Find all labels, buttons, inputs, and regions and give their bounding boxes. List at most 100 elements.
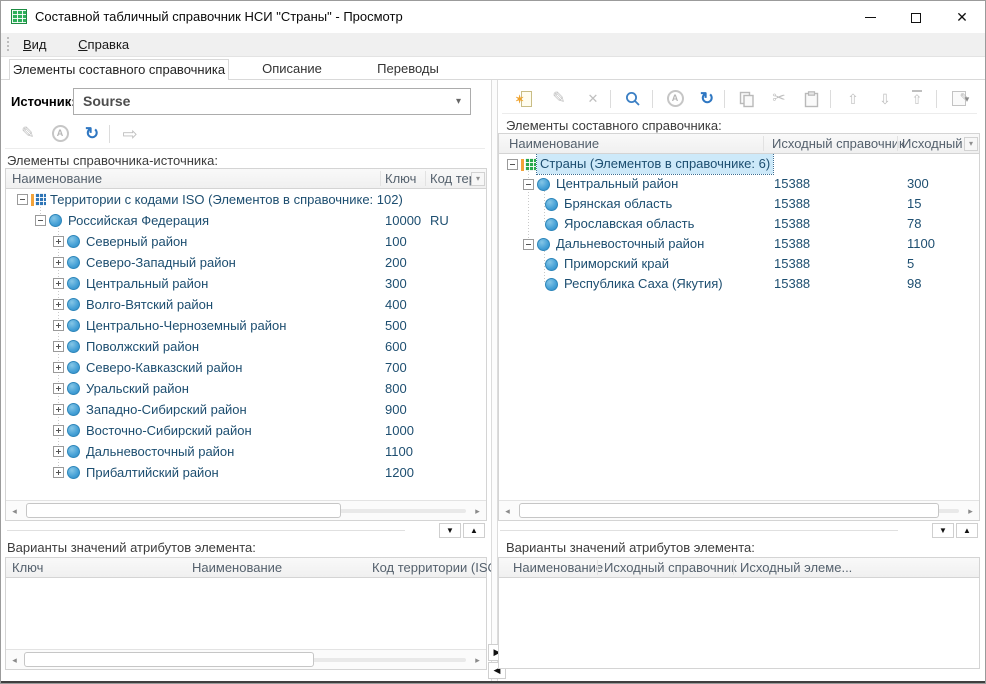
collapse-down-icon[interactable]: ▼ bbox=[439, 523, 461, 538]
horizontal-splitter[interactable]: ▼ ▲ bbox=[5, 523, 487, 539]
delete-x-icon[interactable]: ✕ bbox=[580, 86, 606, 112]
move-down-icon[interactable]: ⇩ bbox=[872, 86, 898, 112]
column-name[interactable]: Наименование bbox=[509, 134, 599, 153]
tree-item-label[interactable]: Дальневосточный район bbox=[553, 234, 707, 254]
expander-icon[interactable] bbox=[53, 341, 64, 352]
tree-item-label[interactable]: Центральный район bbox=[553, 174, 681, 194]
menu-view[interactable]: Вид bbox=[13, 33, 57, 56]
expander-icon[interactable] bbox=[53, 383, 64, 394]
expand-up-icon[interactable]: ▲ bbox=[463, 523, 485, 538]
tree-row[interactable]: Брянская область1538815 bbox=[499, 194, 979, 214]
move-up-icon[interactable]: ⇧ bbox=[840, 86, 866, 112]
tree-row[interactable]: Ярославская область1538878 bbox=[499, 214, 979, 234]
tree-row[interactable]: Прибалтийский район1200 bbox=[6, 462, 486, 483]
expander-icon[interactable] bbox=[17, 194, 28, 205]
copy-icon[interactable] bbox=[734, 86, 760, 112]
column-source-catalog[interactable]: Исходный справочник bbox=[772, 134, 905, 153]
column-name[interactable]: Наименование bbox=[12, 169, 102, 188]
horizontal-splitter[interactable]: ▼ ▲ bbox=[498, 523, 980, 539]
expander-icon[interactable] bbox=[53, 278, 64, 289]
tree-item-label[interactable]: Западно-Сибирский район bbox=[83, 399, 250, 420]
tree-row[interactable]: Уральский район800 bbox=[6, 378, 486, 399]
tree-row[interactable]: Волго-Вятский район400 bbox=[6, 294, 486, 315]
tree-item-label[interactable]: Восточно-Сибирский район bbox=[83, 420, 255, 441]
tree-row[interactable]: Восточно-Сибирский район1000 bbox=[6, 420, 486, 441]
tab-translations[interactable]: Переводы bbox=[353, 59, 463, 80]
tree-row[interactable]: Северо-Западный район200 bbox=[6, 252, 486, 273]
column-source-element[interactable]: Исходный элеме... bbox=[740, 558, 852, 577]
column-territory-code-iso[interactable]: Код территории (ISO) bbox=[372, 558, 502, 577]
column-source-element[interactable]: Исходный э bbox=[902, 134, 973, 153]
minimize-button[interactable] bbox=[847, 1, 893, 33]
composite-tree-hscrollbar[interactable]: ◂ ▸ bbox=[499, 500, 979, 520]
collapse-down-icon[interactable]: ▼ bbox=[932, 523, 954, 538]
auto-refresh-icon[interactable] bbox=[47, 121, 73, 147]
expander-icon[interactable] bbox=[53, 236, 64, 247]
column-source-catalog[interactable]: Исходный справочник bbox=[604, 558, 737, 577]
paste-icon[interactable] bbox=[798, 86, 824, 112]
tree-item-label[interactable]: Прибалтийский район bbox=[83, 462, 222, 483]
search-icon[interactable] bbox=[620, 86, 646, 112]
expander-icon[interactable] bbox=[507, 159, 518, 170]
vertical-splitter[interactable] bbox=[491, 80, 498, 683]
tree-item-label[interactable]: Брянская область bbox=[561, 194, 675, 214]
tree-row[interactable]: Страны (Элементов в справочнике: 6) bbox=[499, 154, 979, 174]
tree-row[interactable]: Центрально-Черноземный район500 bbox=[6, 315, 486, 336]
refresh-icon[interactable]: ↻ bbox=[694, 86, 720, 112]
tab-elements[interactable]: Элементы составного справочника bbox=[9, 59, 229, 81]
tree-item-label[interactable]: Северо-Западный район bbox=[83, 252, 239, 273]
expander-icon[interactable] bbox=[53, 446, 64, 457]
refresh-icon[interactable]: ↻ bbox=[79, 121, 105, 147]
source-tree-hscrollbar[interactable]: ◂ ▸ bbox=[6, 500, 486, 520]
maximize-button[interactable] bbox=[893, 1, 939, 33]
expander-icon[interactable] bbox=[53, 320, 64, 331]
tree-item-label[interactable]: Территории с кодами ISO (Элементов в спр… bbox=[47, 189, 406, 210]
tree-item-label[interactable]: Волго-Вятский район bbox=[83, 294, 216, 315]
expand-up-icon[interactable]: ▲ bbox=[956, 523, 978, 538]
menu-help[interactable]: Справка bbox=[68, 33, 139, 56]
forward-arrow-icon[interactable]: ⇨ bbox=[117, 121, 143, 147]
filter-icon[interactable]: ▾ bbox=[471, 172, 485, 186]
column-name[interactable]: Наименование bbox=[513, 558, 603, 577]
tree-item-label[interactable]: Центрально-Черноземный район bbox=[83, 315, 289, 336]
scrollbar-thumb[interactable] bbox=[519, 503, 939, 518]
tree-row[interactable]: Центральный район300 bbox=[6, 273, 486, 294]
tree-item-label[interactable]: Ярославская область bbox=[561, 214, 697, 234]
tree-row[interactable]: Центральный район15388300 bbox=[499, 174, 979, 194]
tree-row[interactable]: Российская Федерация10000RU bbox=[6, 210, 486, 231]
expander-icon[interactable] bbox=[523, 179, 534, 190]
tree-item-label[interactable]: Поволжский район bbox=[83, 336, 202, 357]
tree-item-label[interactable]: Северо-Кавказский район bbox=[83, 357, 245, 378]
attrs-hscrollbar-left[interactable]: ◂ ▸ bbox=[6, 649, 486, 669]
cut-scissors-icon[interactable]: ✂ bbox=[766, 86, 792, 112]
tree-item-label[interactable]: Центральный район bbox=[83, 273, 211, 294]
tree-row[interactable]: Территории с кодами ISO (Элементов в спр… bbox=[6, 189, 486, 210]
tree-row[interactable]: Республика Саха (Якутия)1538898 bbox=[499, 274, 979, 294]
edit-pencil-icon[interactable]: ✎ bbox=[546, 86, 572, 112]
expander-icon[interactable] bbox=[53, 425, 64, 436]
column-key[interactable]: Ключ bbox=[12, 558, 43, 577]
scroll-left-icon[interactable]: ◂ bbox=[6, 502, 23, 520]
scrollbar-thumb[interactable] bbox=[24, 652, 314, 667]
tree-row[interactable]: Дальневосточный район1100 bbox=[6, 441, 486, 462]
more-dropdown-icon[interactable]: ▾ bbox=[959, 86, 975, 112]
expander-icon[interactable] bbox=[53, 362, 64, 373]
tree-item-label[interactable]: Республика Саха (Якутия) bbox=[561, 274, 726, 294]
tree-item-label[interactable]: Северный район bbox=[83, 231, 190, 252]
add-item-icon[interactable]: ✶ bbox=[512, 86, 538, 112]
filter-icon[interactable]: ▾ bbox=[964, 137, 978, 151]
scrollbar-thumb[interactable] bbox=[26, 503, 341, 518]
tree-row[interactable]: Северо-Кавказский район700 bbox=[6, 357, 486, 378]
tree-row[interactable]: Приморский край153885 bbox=[499, 254, 979, 274]
tree-item-label[interactable]: Российская Федерация bbox=[65, 210, 212, 231]
expander-icon[interactable] bbox=[53, 257, 64, 268]
move-top-icon[interactable]: ⇧ bbox=[904, 86, 930, 112]
scroll-left-icon[interactable]: ◂ bbox=[499, 502, 516, 520]
expander-icon[interactable] bbox=[35, 215, 46, 226]
chevron-down-icon[interactable]: ▾ bbox=[456, 89, 461, 114]
tree-row[interactable]: Дальневосточный район153881100 bbox=[499, 234, 979, 254]
column-key[interactable]: Ключ bbox=[385, 169, 416, 188]
source-combobox[interactable]: Sourse ▾ bbox=[73, 88, 471, 115]
expander-icon[interactable] bbox=[523, 239, 534, 250]
toolbar-gripper[interactable] bbox=[7, 37, 9, 52]
